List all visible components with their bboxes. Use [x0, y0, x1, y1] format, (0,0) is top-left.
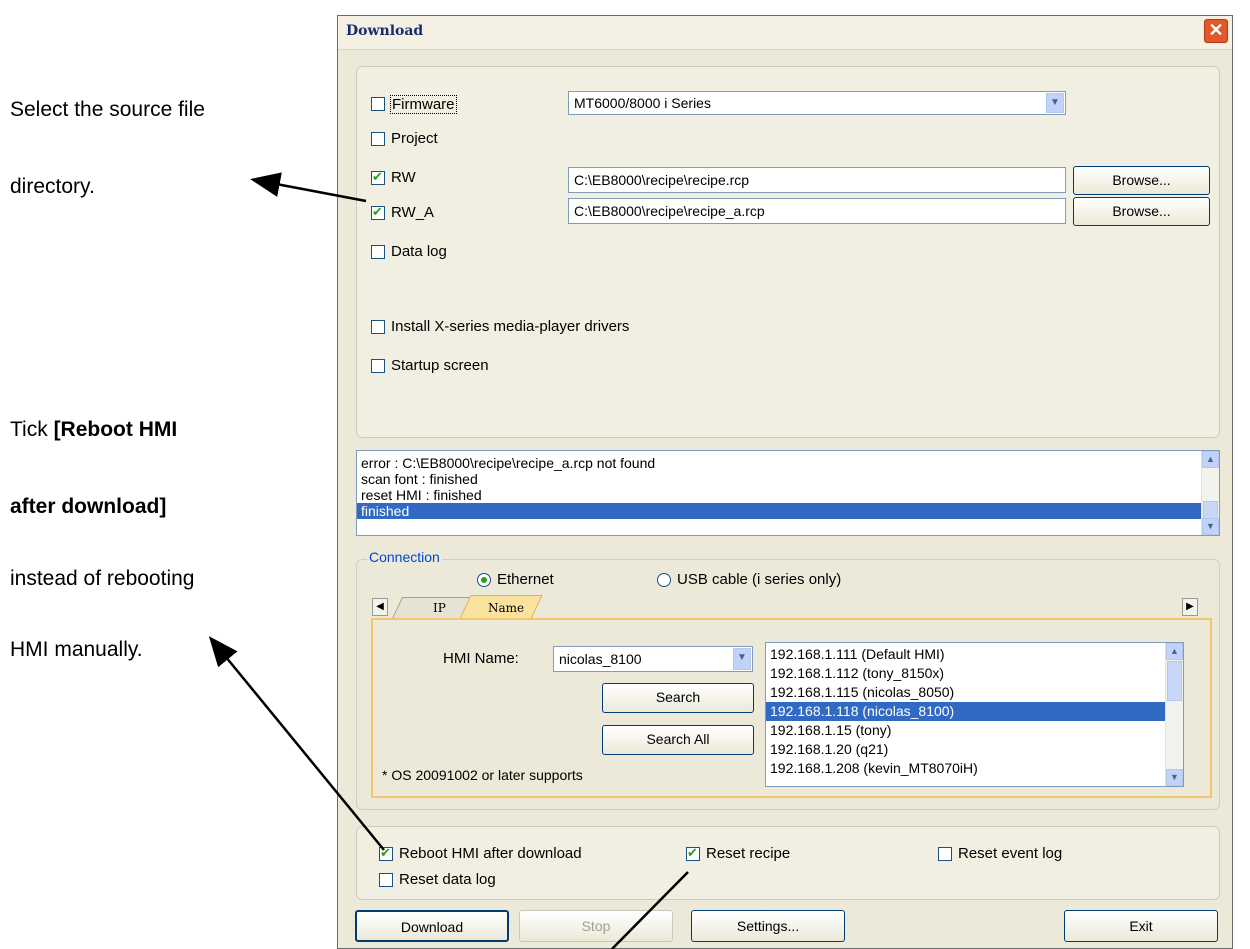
- arrow-to-reboot-annotation: [208, 636, 385, 851]
- annotation-arrows: [208, 172, 689, 949]
- arrow-reset-recipe: [611, 871, 689, 949]
- arrow-to-source-annotation: [250, 172, 367, 203]
